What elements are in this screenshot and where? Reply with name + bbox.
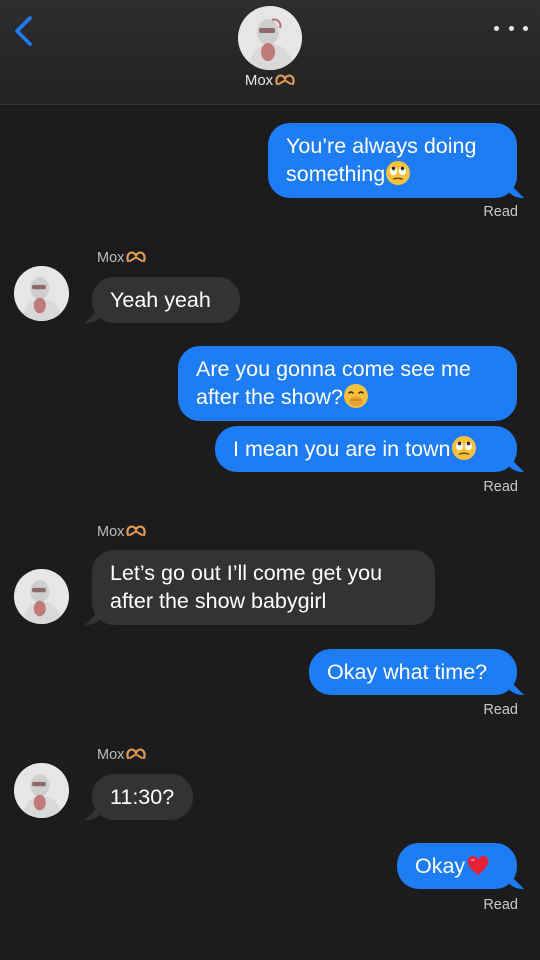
chevron-left-icon: [15, 16, 32, 46]
sender-avatar[interactable]: [14, 763, 69, 818]
eye-roll-emoji-icon: [451, 436, 476, 460]
eye-roll-emoji-icon: [386, 161, 411, 185]
conversation-header: Mox: [0, 0, 540, 105]
red-heart-emoji-icon: [467, 855, 489, 875]
contact-avatar[interactable]: [238, 6, 302, 70]
sent-message[interactable]: Okay: [397, 843, 517, 889]
hand-over-mouth-emoji-icon: [344, 384, 369, 408]
read-receipt: Read: [483, 204, 518, 220]
heart-hands-icon: [275, 74, 295, 86]
received-message[interactable]: Yeah yeah: [92, 277, 240, 323]
message-text: Are you gonna come see me: [196, 357, 471, 381]
read-receipt: Read: [483, 897, 518, 913]
message-text: after the show?: [196, 385, 344, 409]
sender-avatar[interactable]: [14, 266, 69, 321]
message-text: You’re always doing: [286, 134, 477, 158]
message-text: 11:30?: [110, 785, 175, 809]
message-text: after the show babygirl: [110, 589, 327, 613]
message-text: Okay: [415, 854, 466, 878]
more-options-button[interactable]: [494, 18, 528, 38]
message-text: I mean you are in town: [233, 437, 451, 461]
sent-message[interactable]: Okay what time?: [309, 649, 517, 695]
sender-name: Mox: [97, 249, 146, 266]
contact-name[interactable]: Mox: [0, 72, 540, 89]
sender-name: Mox: [97, 523, 146, 540]
sent-message[interactable]: You’re always doing something: [268, 123, 517, 198]
back-button[interactable]: [10, 14, 36, 48]
message-text: Okay what time?: [327, 660, 488, 684]
heart-hands-icon: [126, 748, 146, 760]
sender-name: Mox: [97, 746, 146, 763]
heart-hands-icon: [126, 525, 146, 537]
sent-message[interactable]: I mean you are in town: [215, 426, 517, 472]
sent-message[interactable]: Are you gonna come see me after the show…: [178, 346, 517, 421]
message-text: something: [286, 162, 386, 186]
message-text: Yeah yeah: [110, 288, 211, 312]
ellipsis-icon: [494, 25, 499, 31]
read-receipt: Read: [483, 702, 518, 718]
received-message[interactable]: Let’s go out I’ll come get you after the…: [92, 550, 435, 625]
read-receipt: Read: [483, 479, 518, 495]
received-message[interactable]: 11:30?: [92, 774, 193, 820]
message-text: Let’s go out I’ll come get you: [110, 561, 383, 585]
sender-avatar[interactable]: [14, 569, 69, 624]
heart-hands-icon: [126, 251, 146, 263]
